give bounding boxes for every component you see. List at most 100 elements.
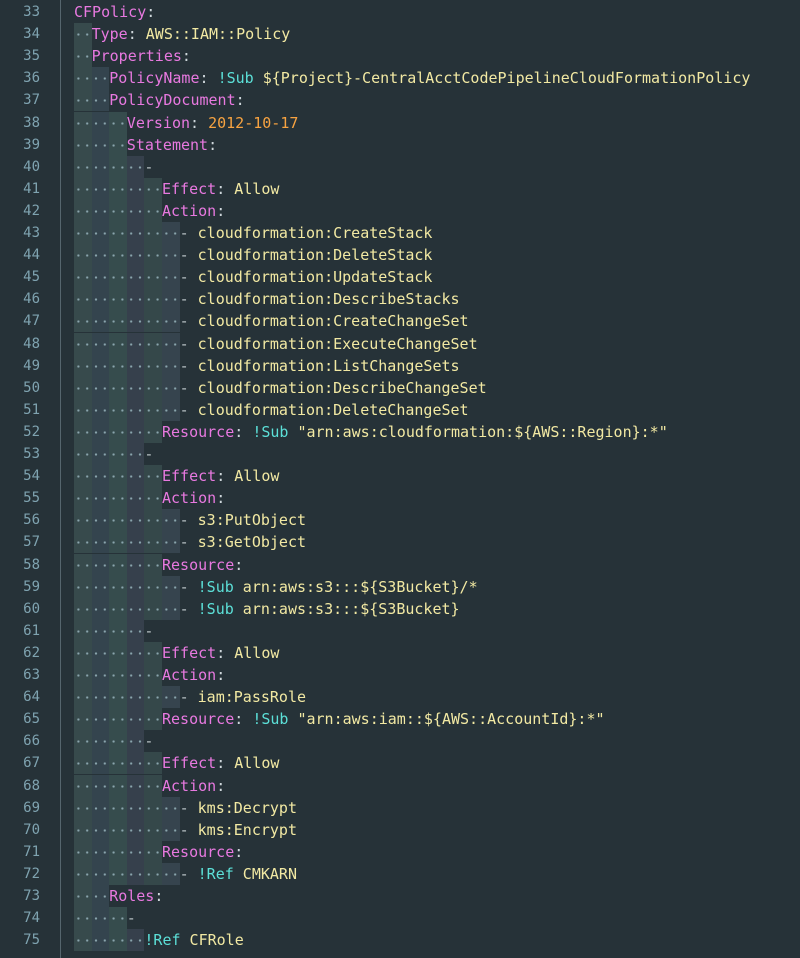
code-line[interactable]: - cloudformation:DeleteChangeSet <box>74 398 800 421</box>
code-line[interactable]: Type: AWS::IAM::Policy <box>74 23 800 46</box>
code-line[interactable]: - !Ref CMKARN <box>74 862 800 885</box>
code-line[interactable]: - cloudformation:UpdateStack <box>74 266 800 289</box>
code-line[interactable]: Properties: <box>74 45 800 68</box>
whitespace-dots <box>74 585 180 589</box>
code-token: : <box>216 467 235 486</box>
code-token: : <box>235 91 245 110</box>
code-token: : <box>216 754 235 773</box>
code-line[interactable]: Statement: <box>74 133 800 156</box>
code-line[interactable]: - <box>74 907 800 930</box>
code-line[interactable]: Effect: Allow <box>74 465 800 488</box>
code-line[interactable]: - cloudformation:DescribeChangeSet <box>74 376 800 399</box>
code-text: Version: 2012-10-17 <box>127 112 299 134</box>
code-text: Action: <box>162 775 225 797</box>
whitespace-dots <box>74 77 110 81</box>
code-token: - <box>179 224 198 242</box>
code-token: - <box>179 577 198 596</box>
line-number: 71 <box>23 843 40 860</box>
code-text: - cloudformation:ExecuteChangeSet <box>180 333 478 355</box>
whitespace-dots <box>74 563 162 567</box>
code-token: s3:GetObject <box>197 533 307 552</box>
code-token: - <box>179 688 198 707</box>
code-line[interactable]: Resource: !Sub "arn:aws:cloudformation:$… <box>74 420 800 443</box>
code-line[interactable]: - s3:PutObject <box>74 509 800 532</box>
line-number: 65 <box>23 711 40 728</box>
code-line[interactable]: !Ref CFRole <box>74 929 800 952</box>
code-token: cloudformation:ListChangeSets <box>197 356 460 375</box>
code-line[interactable]: - !Sub arn:aws:s3:::${S3Bucket}/* <box>74 575 800 598</box>
code-line[interactable]: - <box>74 155 800 178</box>
code-line[interactable]: - !Sub arn:aws:s3:::${S3Bucket} <box>74 597 800 620</box>
code-text: - s3:GetObject <box>180 531 306 553</box>
code-line[interactable]: - <box>74 619 800 642</box>
code-token: PolicyName <box>109 69 200 88</box>
code-line[interactable]: - cloudformation:ExecuteChangeSet <box>74 332 800 355</box>
code-line[interactable]: - cloudformation:DeleteStack <box>74 244 800 267</box>
whitespace-dots <box>74 651 162 655</box>
code-line[interactable]: Action: <box>74 487 800 510</box>
code-line[interactable]: Action: <box>74 774 800 797</box>
code-line[interactable]: Effect: Allow <box>74 641 800 664</box>
code-text: Action: <box>162 664 225 686</box>
code-text: Resource: !Sub "arn:aws:iam::${AWS::Acco… <box>162 708 605 730</box>
code-token: "arn:aws:cloudformation:${AWS::Region}:*… <box>288 422 668 441</box>
code-area[interactable]: CFPolicy: Type: AWS::IAM::Policy Propertie… <box>74 0 800 958</box>
line-number: 54 <box>23 468 40 485</box>
code-line[interactable]: PolicyDocument: <box>74 89 800 112</box>
code-text: Properties: <box>92 45 191 67</box>
whitespace-dots <box>74 430 162 434</box>
code-line[interactable]: Version: 2012-10-17 <box>74 111 800 134</box>
code-token: CFPolicy <box>74 3 147 21</box>
code-text: Effect: Allow <box>162 752 279 774</box>
code-token: - <box>179 820 198 839</box>
code-line[interactable]: Effect: Allow <box>74 177 800 200</box>
code-text: Effect: Allow <box>162 178 279 200</box>
code-line[interactable]: PolicyName: !Sub ${Project}-CentralAcctC… <box>74 67 800 90</box>
code-line[interactable]: - kms:Decrypt <box>74 796 800 819</box>
code-line[interactable]: Effect: Allow <box>74 752 800 775</box>
code-line[interactable]: Roles: <box>74 885 800 908</box>
code-token: : <box>216 776 226 795</box>
code-token: - <box>179 246 198 265</box>
code-token: Action <box>162 489 217 508</box>
code-text: - !Sub arn:aws:s3:::${S3Bucket}/* <box>180 576 478 598</box>
code-token: Resource <box>162 555 235 574</box>
code-line[interactable]: Action: <box>74 199 800 222</box>
code-text: PolicyName: !Sub ${Project}-CentralAcctC… <box>109 67 750 89</box>
whitespace-dots <box>74 784 162 788</box>
code-text: Resource: <box>162 841 243 863</box>
code-line[interactable]: - s3:GetObject <box>74 531 800 554</box>
whitespace-dots <box>74 55 92 59</box>
code-token: 2012-10-17 <box>208 113 299 132</box>
code-line[interactable]: - cloudformation:DescribeStacks <box>74 288 800 311</box>
whitespace-dots <box>74 99 110 103</box>
code-text: !Ref CFRole <box>144 929 243 951</box>
code-token: ${Project}-CentralAcctCodePipelineCloudF… <box>253 69 751 88</box>
line-number: 59 <box>23 578 40 595</box>
code-line[interactable]: - cloudformation:CreateStack <box>74 222 800 245</box>
code-token: : <box>199 69 218 88</box>
code-line[interactable]: - <box>74 730 800 753</box>
code-line[interactable]: Resource: <box>74 840 800 863</box>
code-line[interactable]: - cloudformation:ListChangeSets <box>74 354 800 377</box>
code-token: !Sub <box>197 599 234 618</box>
code-line[interactable]: Action: <box>74 664 800 687</box>
code-line[interactable]: - kms:Encrypt <box>74 818 800 841</box>
code-text: Resource: !Sub "arn:aws:cloudformation:$… <box>162 421 668 443</box>
whitespace-dots <box>74 850 162 854</box>
code-line[interactable]: - iam:PassRole <box>74 686 800 709</box>
code-editor[interactable]: 33 34 35 36 37 38 39 40 41 42 43 44 45 46 47 48 49 50 51 52… <box>0 0 800 958</box>
line-number: 38 <box>23 114 40 131</box>
code-line[interactable]: - cloudformation:CreateChangeSet <box>74 310 800 333</box>
code-text: - kms:Encrypt <box>180 819 297 841</box>
code-line[interactable]: Resource: !Sub "arn:aws:iam::${AWS::Acco… <box>74 708 800 731</box>
code-line[interactable]: CFPolicy: <box>74 1 800 23</box>
whitespace-dots <box>74 629 145 633</box>
code-text: Action: <box>162 487 225 509</box>
code-line[interactable]: Resource: <box>74 553 800 576</box>
code-text: - !Ref CMKARN <box>180 863 297 885</box>
code-line[interactable]: - <box>74 443 800 466</box>
whitespace-dots <box>74 320 180 324</box>
whitespace-dots <box>74 408 180 412</box>
line-number: 60 <box>23 600 40 617</box>
